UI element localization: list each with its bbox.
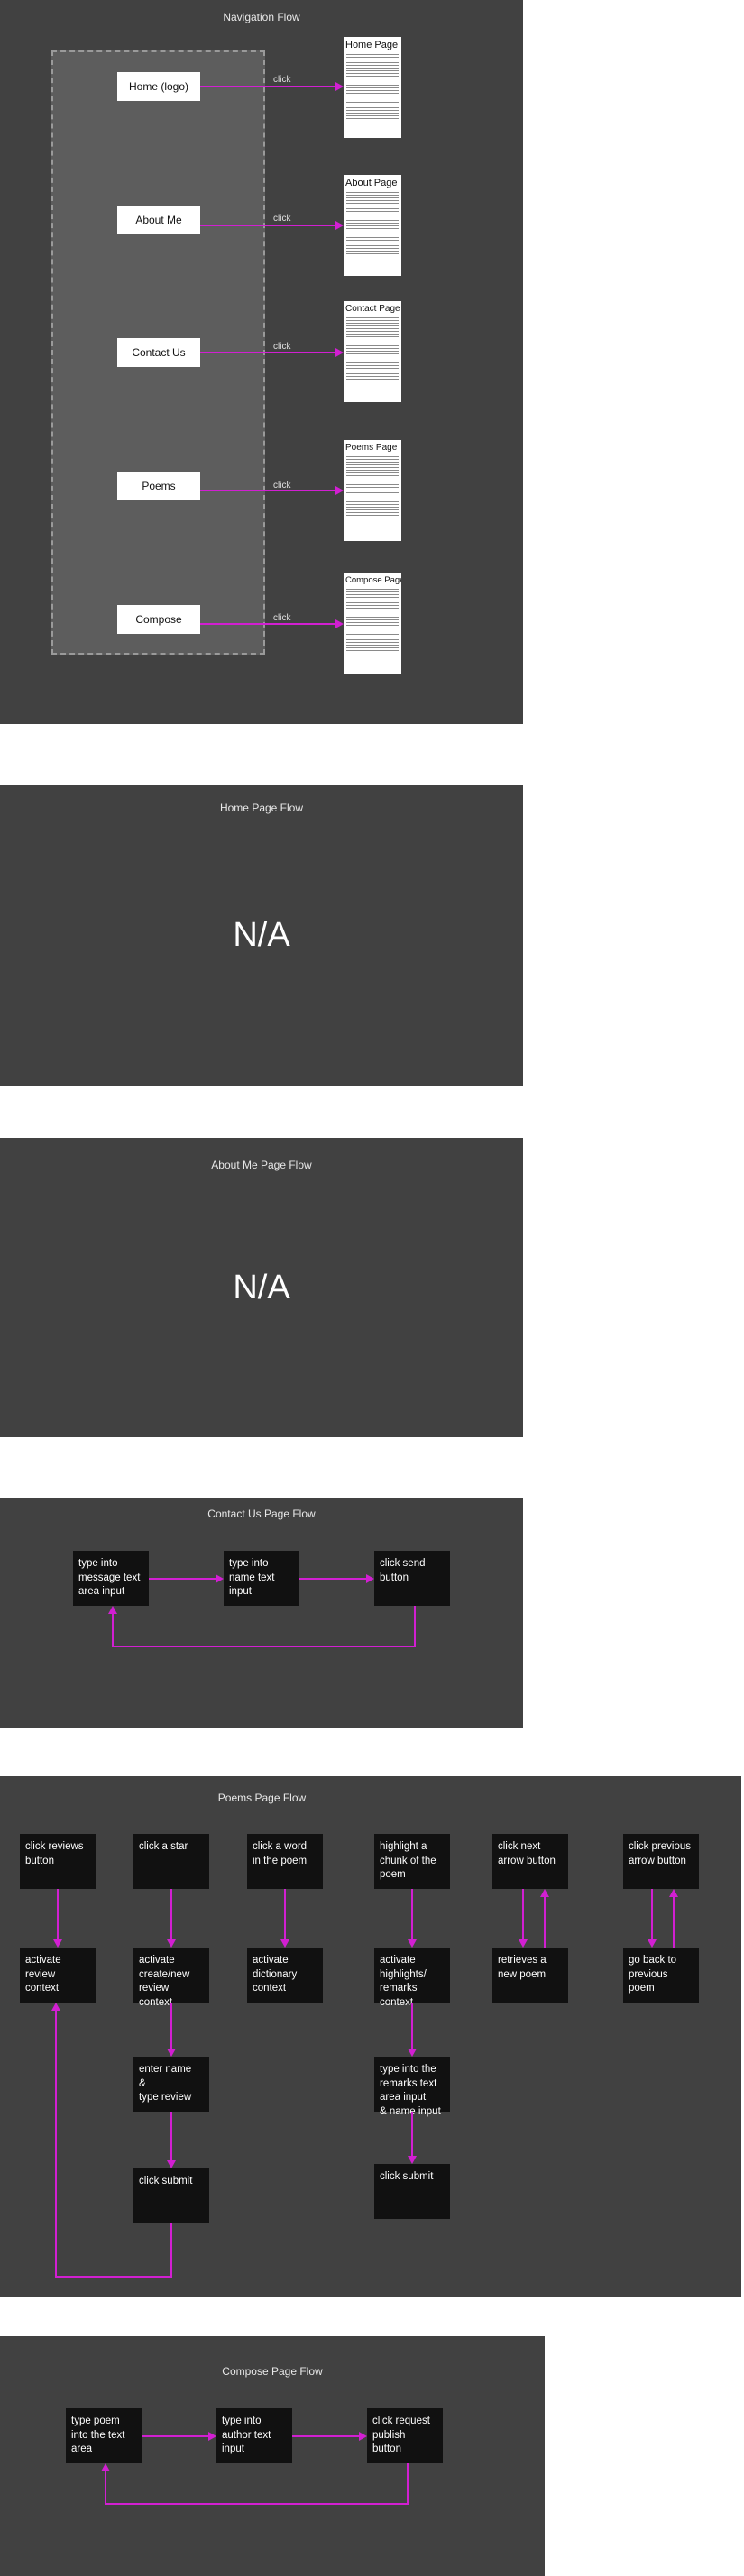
- frame-title: Home Page Flow: [219, 802, 304, 814]
- compose-arrows: [101, 2432, 409, 2505]
- compose-page-flow-frame: Compose Page Flow type poem into the tex…: [0, 2336, 545, 2576]
- poems-page-flow-frame: Poems Page Flow click reviews button cli…: [0, 1776, 741, 2297]
- contact-page-flow-frame: Contact Us Page Flow type into message t…: [0, 1498, 523, 1728]
- not-applicable-text: N/A: [233, 916, 290, 954]
- not-applicable-text: N/A: [233, 1269, 290, 1306]
- poems-arrows: [51, 1889, 678, 2278]
- home-page-flow-frame: Home Page Flow N/A: [0, 785, 523, 1086]
- about-page-flow-frame: About Me Page Flow N/A: [0, 1138, 523, 1437]
- frame-title: About Me Page Flow: [211, 1159, 312, 1171]
- contact-arrows: [108, 1574, 416, 1647]
- navigation-flow-frame: Navigation Flow Home (logo) About Me Con…: [0, 0, 523, 724]
- nav-arrows: [200, 82, 344, 628]
